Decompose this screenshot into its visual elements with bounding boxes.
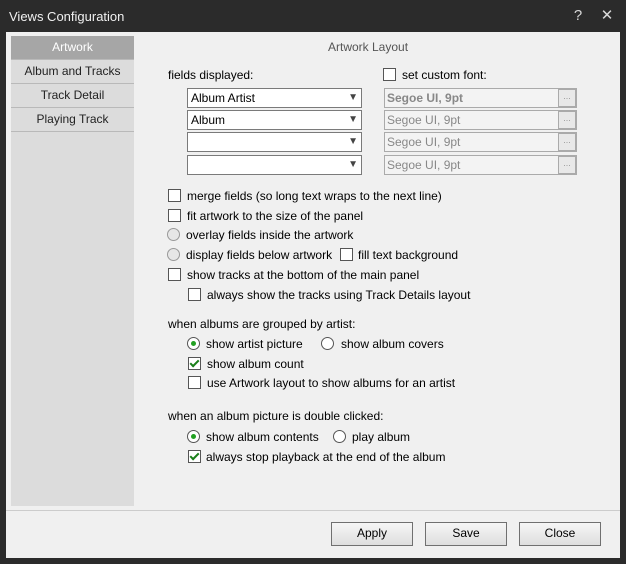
apply-button[interactable]: Apply xyxy=(331,522,413,546)
always-stop-checkbox[interactable] xyxy=(188,450,201,463)
overlay-fields-label: overlay fields inside the artwork xyxy=(186,228,354,242)
font-field-4: Segoe UI, 9pt ... xyxy=(384,155,577,175)
play-album-label: play album xyxy=(352,430,411,444)
help-icon[interactable]: ? xyxy=(568,6,588,26)
font-value: Segoe UI, 9pt xyxy=(387,135,461,149)
sidebar-item-playing-track[interactable]: Playing Track xyxy=(11,108,134,132)
font-browse-button[interactable]: ... xyxy=(558,133,576,151)
dialog-body: Artwork Album and Tracks Track Detail Pl… xyxy=(6,32,620,558)
sidebar-item-artwork[interactable]: Artwork xyxy=(11,36,134,60)
close-button[interactable]: Close xyxy=(519,522,601,546)
title-bar: Views Configuration ? ✕ xyxy=(0,0,626,32)
display-below-radio[interactable] xyxy=(167,248,180,261)
always-track-details-label: always show the tracks using Track Detai… xyxy=(207,288,471,302)
font-field-3: Segoe UI, 9pt ... xyxy=(384,132,577,152)
fill-text-background-label: fill text background xyxy=(358,248,459,262)
field-select-value: Album Artist xyxy=(191,91,256,105)
fit-artwork-checkbox[interactable] xyxy=(168,209,181,222)
use-artwork-layout-label: use Artwork layout to show albums for an… xyxy=(207,376,456,390)
custom-font-label: set custom font: xyxy=(402,68,487,82)
show-album-covers-label: show album covers xyxy=(341,337,444,351)
double-click-label: when an album picture is double clicked: xyxy=(168,409,384,423)
show-album-contents-label: show album contents xyxy=(206,430,319,444)
fill-text-background-checkbox[interactable] xyxy=(340,248,353,261)
merge-fields-label: merge fields (so long text wraps to the … xyxy=(187,189,442,203)
use-artwork-layout-checkbox[interactable] xyxy=(188,376,201,389)
show-tracks-bottom-label: show tracks at the bottom of the main pa… xyxy=(187,268,420,282)
chevron-down-icon: ▼ xyxy=(348,114,358,125)
fit-artwork-label: fit artwork to the size of the panel xyxy=(187,209,364,223)
custom-font-checkbox[interactable] xyxy=(383,68,396,81)
panel-heading: Artwork Layout xyxy=(328,40,409,54)
font-browse-button[interactable]: ... xyxy=(558,111,576,129)
fields-displayed-label: fields displayed: xyxy=(168,68,254,82)
field-select-4[interactable]: ▼ xyxy=(187,155,362,175)
grouped-by-artist-label: when albums are grouped by artist: xyxy=(168,317,356,331)
display-below-label: display fields below artwork xyxy=(186,248,333,262)
artwork-layout-panel: Artwork Layout fields displayed: set cus… xyxy=(134,36,620,506)
font-value: Segoe UI, 9pt xyxy=(387,113,461,127)
always-track-details-checkbox[interactable] xyxy=(188,288,201,301)
always-stop-label: always stop playback at the end of the a… xyxy=(206,450,446,464)
chevron-down-icon: ▼ xyxy=(348,92,358,103)
save-button[interactable]: Save xyxy=(425,522,507,546)
show-album-contents-radio[interactable] xyxy=(187,430,200,443)
font-value: Segoe UI, 9pt xyxy=(387,158,461,172)
show-artist-picture-label: show artist picture xyxy=(206,337,303,351)
chevron-down-icon: ▼ xyxy=(348,159,358,170)
show-artist-picture-radio[interactable] xyxy=(187,337,200,350)
sidebar-item-album-and-tracks[interactable]: Album and Tracks xyxy=(11,60,134,84)
overlay-fields-radio[interactable] xyxy=(167,228,180,241)
field-select-3[interactable]: ▼ xyxy=(187,132,362,152)
font-browse-button[interactable]: ... xyxy=(558,89,576,107)
show-tracks-bottom-checkbox[interactable] xyxy=(168,268,181,281)
show-album-covers-radio[interactable] xyxy=(321,337,334,350)
chevron-down-icon: ▼ xyxy=(348,136,358,147)
font-browse-button[interactable]: ... xyxy=(558,156,576,174)
sidebar-item-track-detail[interactable]: Track Detail xyxy=(11,84,134,108)
font-field-1: Segoe UI, 9pt ... xyxy=(384,88,577,108)
field-select-2[interactable]: Album ▼ xyxy=(187,110,362,130)
show-album-count-label: show album count xyxy=(207,357,304,371)
sidebar: Artwork Album and Tracks Track Detail Pl… xyxy=(11,36,134,506)
play-album-radio[interactable] xyxy=(333,430,346,443)
divider xyxy=(6,510,620,511)
show-album-count-checkbox[interactable] xyxy=(188,357,201,370)
window-title: Views Configuration xyxy=(9,9,125,24)
field-select-value: Album xyxy=(191,113,226,127)
merge-fields-checkbox[interactable] xyxy=(168,189,181,202)
field-select-1[interactable]: Album Artist ▼ xyxy=(187,88,362,108)
close-icon[interactable]: ✕ xyxy=(597,6,617,26)
font-field-2: Segoe UI, 9pt ... xyxy=(384,110,577,130)
font-value: Segoe UI, 9pt xyxy=(387,91,464,105)
